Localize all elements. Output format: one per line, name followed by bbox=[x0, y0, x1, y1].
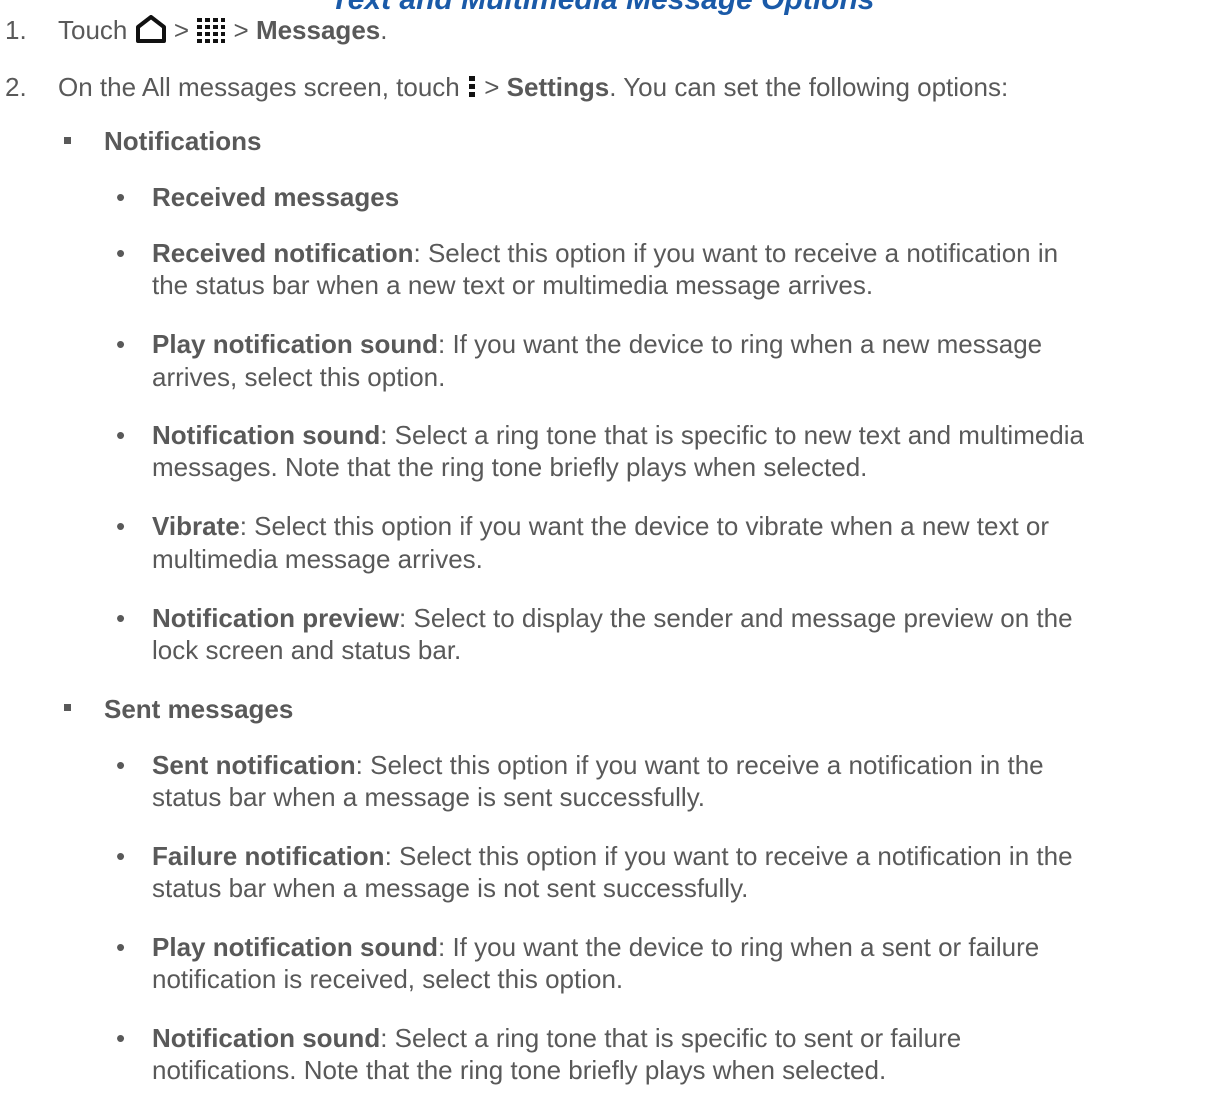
option-item-continued: arrives, select this option. bbox=[152, 362, 446, 392]
step-2-suffix: . You can set the following options: bbox=[609, 72, 1009, 102]
round-bullet: • bbox=[116, 932, 126, 962]
apps-grid-icon bbox=[196, 17, 226, 50]
option-item: Play notification sound: If you want the… bbox=[152, 932, 1040, 962]
option-item-continued: notifications. Note that the ring tone b… bbox=[152, 1055, 887, 1085]
section-title: Notifications bbox=[104, 126, 262, 156]
step-1-text: Touch > > Messages. bbox=[58, 15, 387, 50]
round-bullet: • bbox=[116, 1023, 126, 1053]
option-item: Play notification sound: If you want the… bbox=[152, 329, 1043, 359]
step-1-sep1: > bbox=[173, 15, 190, 45]
step-1-target: Messages bbox=[255, 15, 381, 45]
option-item: Sent notification: Select this option if… bbox=[152, 750, 1044, 780]
round-bullet: • bbox=[116, 511, 126, 541]
round-bullet: • bbox=[116, 750, 126, 780]
option-item-continued: status bar when a message is not sent su… bbox=[152, 873, 749, 903]
option-item-continued: notification is received, select this op… bbox=[152, 964, 624, 994]
option-item: Notification sound: Select a ring tone t… bbox=[152, 1023, 962, 1053]
option-item: Notification preview: Select to display … bbox=[152, 603, 1073, 633]
step-1-prefix: Touch bbox=[58, 15, 128, 45]
option-item: Vibrate: Select this option if you want … bbox=[152, 511, 1050, 541]
option-item-continued: the status bar when a new text or multim… bbox=[152, 270, 874, 300]
round-bullet: • bbox=[116, 420, 126, 450]
option-item-continued: lock screen and status bar. bbox=[152, 635, 462, 665]
step-2-prefix: On the All messages screen, touch bbox=[58, 72, 460, 102]
option-item: Received messages bbox=[152, 182, 400, 212]
round-bullet: • bbox=[116, 841, 126, 871]
round-bullet: • bbox=[116, 329, 126, 359]
home-icon bbox=[135, 15, 167, 50]
step-2-sep: > bbox=[484, 72, 500, 102]
round-bullet: • bbox=[116, 238, 126, 268]
option-item: Failure notification: Select this option… bbox=[152, 841, 1073, 871]
step-number: 2. bbox=[5, 72, 27, 102]
section-title: Sent messages bbox=[104, 694, 294, 724]
step-2-text: On the All messages screen, touch > Sett… bbox=[58, 72, 1008, 107]
round-bullet: • bbox=[116, 603, 126, 633]
option-item: Notification sound: Select a ring tone t… bbox=[152, 420, 1085, 450]
step-1-end: . bbox=[380, 15, 388, 45]
square-bullet bbox=[64, 137, 71, 144]
option-item-continued: messages. Note that the ring tone briefl… bbox=[152, 452, 868, 482]
option-item-continued: status bar when a message is sent succes… bbox=[152, 782, 705, 812]
step-1-sep2: > bbox=[233, 15, 249, 45]
option-item-continued: multimedia message arrives. bbox=[152, 544, 483, 574]
square-bullet bbox=[64, 704, 71, 711]
option-item: Received notification: Select this optio… bbox=[152, 238, 1059, 268]
menu-dots-icon bbox=[467, 74, 477, 107]
round-bullet: • bbox=[116, 182, 126, 212]
step-2-target: Settings bbox=[506, 72, 610, 102]
step-number: 1. bbox=[5, 15, 27, 45]
